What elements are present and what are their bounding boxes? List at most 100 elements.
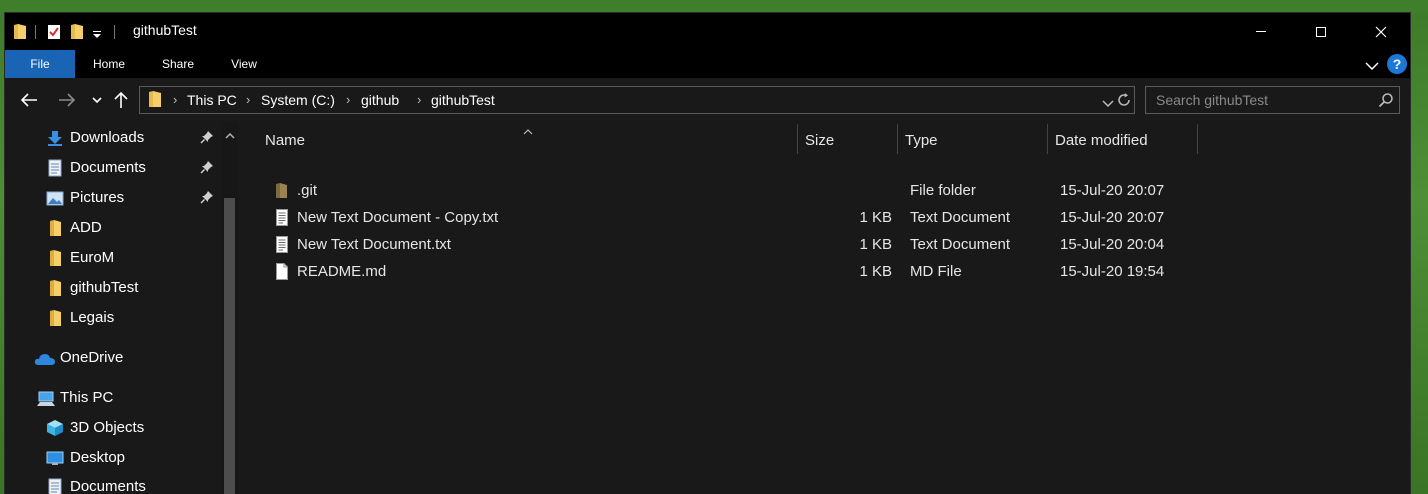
column-header-date-modified[interactable]: Date modified	[1048, 122, 1197, 158]
nav-item-pictures[interactable]: Pictures	[5, 183, 220, 213]
window-title: githubTest	[133, 22, 197, 38]
close-button[interactable]	[1351, 13, 1411, 50]
nav-item-githubtest[interactable]: githubTest	[5, 273, 220, 303]
nav-item-add[interactable]: ADD	[5, 213, 220, 243]
file-name: .git	[297, 182, 318, 199]
ribbon-tabs: File Home Share View ?	[5, 50, 1410, 78]
help-icon[interactable]: ?	[1387, 54, 1407, 74]
column-header-size[interactable]: Size	[798, 122, 897, 158]
document-icon	[48, 159, 62, 181]
properties-icon[interactable]	[46, 24, 62, 40]
text-file-icon	[276, 236, 288, 257]
file-explorer-window: githubTest File Home Share View ? › This…	[5, 13, 1410, 494]
file-type: Text Document	[910, 209, 1011, 226]
tab-file[interactable]: File	[5, 50, 75, 78]
forward-button[interactable]	[57, 88, 77, 112]
breadcrumb-githubtest[interactable]: githubTest	[431, 92, 495, 108]
breadcrumb-system-c[interactable]: System (C:)	[261, 92, 335, 108]
up-button[interactable]	[113, 88, 129, 112]
breadcrumb-separator-icon: ›	[246, 92, 251, 107]
navigation-pane: Downloads Documents Pictures ADD EuroM g…	[5, 122, 238, 494]
column-header-size-label: Size	[805, 132, 835, 149]
pin-icon[interactable]	[200, 130, 214, 148]
breadcrumb-github[interactable]: github	[361, 92, 399, 108]
file-date: 15-Jul-20 20:07	[1060, 209, 1165, 226]
nav-item-label: Documents	[70, 159, 146, 176]
file-size: 1 KB	[859, 209, 892, 226]
nav-scroll-thumb[interactable]	[224, 198, 235, 494]
file-date: 15-Jul-20 19:54	[1060, 263, 1165, 280]
file-row[interactable]: .git File folder 15-Jul-20 20:07	[241, 177, 1410, 204]
folder-icon	[49, 249, 62, 271]
nav-item-downloads[interactable]: Downloads	[5, 123, 220, 153]
refresh-icon[interactable]	[1116, 92, 1132, 113]
nav-item-label: OneDrive	[60, 349, 124, 366]
maximize-button[interactable]	[1291, 13, 1351, 50]
column-header-name-label: Name	[265, 132, 306, 149]
file-row[interactable]: New Text Document - Copy.txt 1 KB Text D…	[241, 204, 1410, 231]
title-bar: githubTest	[5, 13, 1410, 50]
folder-icon	[13, 23, 27, 40]
search-input[interactable]: Search githubTest	[1145, 86, 1400, 114]
column-header-type[interactable]: Type	[898, 122, 1047, 158]
tab-view[interactable]: View	[219, 50, 269, 78]
scroll-up-chevron-icon[interactable]	[225, 127, 235, 145]
minimize-icon	[1256, 31, 1266, 32]
file-date: 15-Jul-20 20:04	[1060, 236, 1165, 253]
pin-icon[interactable]	[200, 190, 214, 208]
nav-item-label: ADD	[70, 219, 102, 236]
file-row[interactable]: New Text Document.txt 1 KB Text Document…	[241, 231, 1410, 258]
file-name: README.md	[297, 263, 387, 280]
minimize-button[interactable]	[1231, 13, 1291, 50]
download-arrow-icon	[47, 130, 63, 150]
nav-item-eurom[interactable]: EuroM	[5, 243, 220, 273]
quick-access-toolbar	[13, 13, 115, 50]
file-size: 1 KB	[859, 236, 892, 253]
file-name: New Text Document - Copy.txt	[297, 209, 499, 226]
nav-scrollbar[interactable]	[221, 122, 238, 494]
nav-item-label: Desktop	[70, 449, 126, 466]
address-row: › This PC › System (C:) › github › githu…	[5, 78, 1410, 122]
column-header-type-label: Type	[905, 132, 938, 149]
this-pc-icon	[36, 391, 56, 411]
nav-item-documents[interactable]: Documents	[5, 153, 220, 183]
new-folder-icon[interactable]	[70, 23, 84, 40]
folder-icon	[49, 279, 62, 301]
nav-item-label: Downloads	[70, 129, 145, 146]
expand-ribbon-chevron-icon[interactable]	[1365, 58, 1379, 76]
nav-item-this-pc[interactable]: This PC	[5, 383, 220, 413]
column-divider[interactable]	[1197, 124, 1198, 154]
file-date: 15-Jul-20 20:07	[1060, 182, 1165, 199]
close-icon	[1375, 26, 1387, 37]
nav-item-3d-objects[interactable]: 3D Objects	[5, 413, 220, 443]
customize-toolbar-chevron-icon[interactable]	[92, 27, 102, 38]
nav-item-onedrive[interactable]: OneDrive	[5, 343, 220, 373]
tab-home[interactable]: Home	[81, 50, 137, 78]
file-row[interactable]: README.md 1 KB MD File 15-Jul-20 19:54	[241, 258, 1410, 285]
3d-objects-icon	[46, 419, 64, 441]
pictures-icon	[46, 191, 64, 210]
blank-file-icon	[276, 263, 288, 284]
onedrive-cloud-icon	[34, 352, 56, 370]
recent-locations-button[interactable]	[89, 88, 105, 112]
file-name: New Text Document.txt	[297, 236, 451, 253]
text-file-icon	[276, 209, 288, 230]
back-arrow-icon	[20, 93, 37, 107]
folder-icon	[49, 309, 62, 331]
folder-icon	[275, 182, 288, 203]
desktop-background	[0, 0, 1428, 13]
address-bar[interactable]: › This PC › System (C:) › github › githu…	[139, 86, 1135, 114]
column-header-name[interactable]: Name	[241, 122, 797, 158]
up-arrow-icon	[114, 91, 128, 108]
breadcrumb-this-pc[interactable]: This PC	[187, 92, 237, 108]
tab-share[interactable]: Share	[151, 50, 205, 78]
document-icon	[48, 478, 62, 494]
pin-icon[interactable]	[200, 160, 214, 178]
nav-item-desktop[interactable]: Desktop	[5, 443, 220, 473]
nav-item-label: 3D Objects	[70, 419, 145, 436]
address-dropdown-chevron-icon[interactable]	[1102, 95, 1114, 113]
back-button[interactable]	[19, 88, 39, 112]
nav-item-legais[interactable]: Legais	[5, 303, 220, 333]
nav-item-documents-pc[interactable]: Documents	[5, 472, 220, 494]
chevron-down-icon	[92, 96, 102, 103]
